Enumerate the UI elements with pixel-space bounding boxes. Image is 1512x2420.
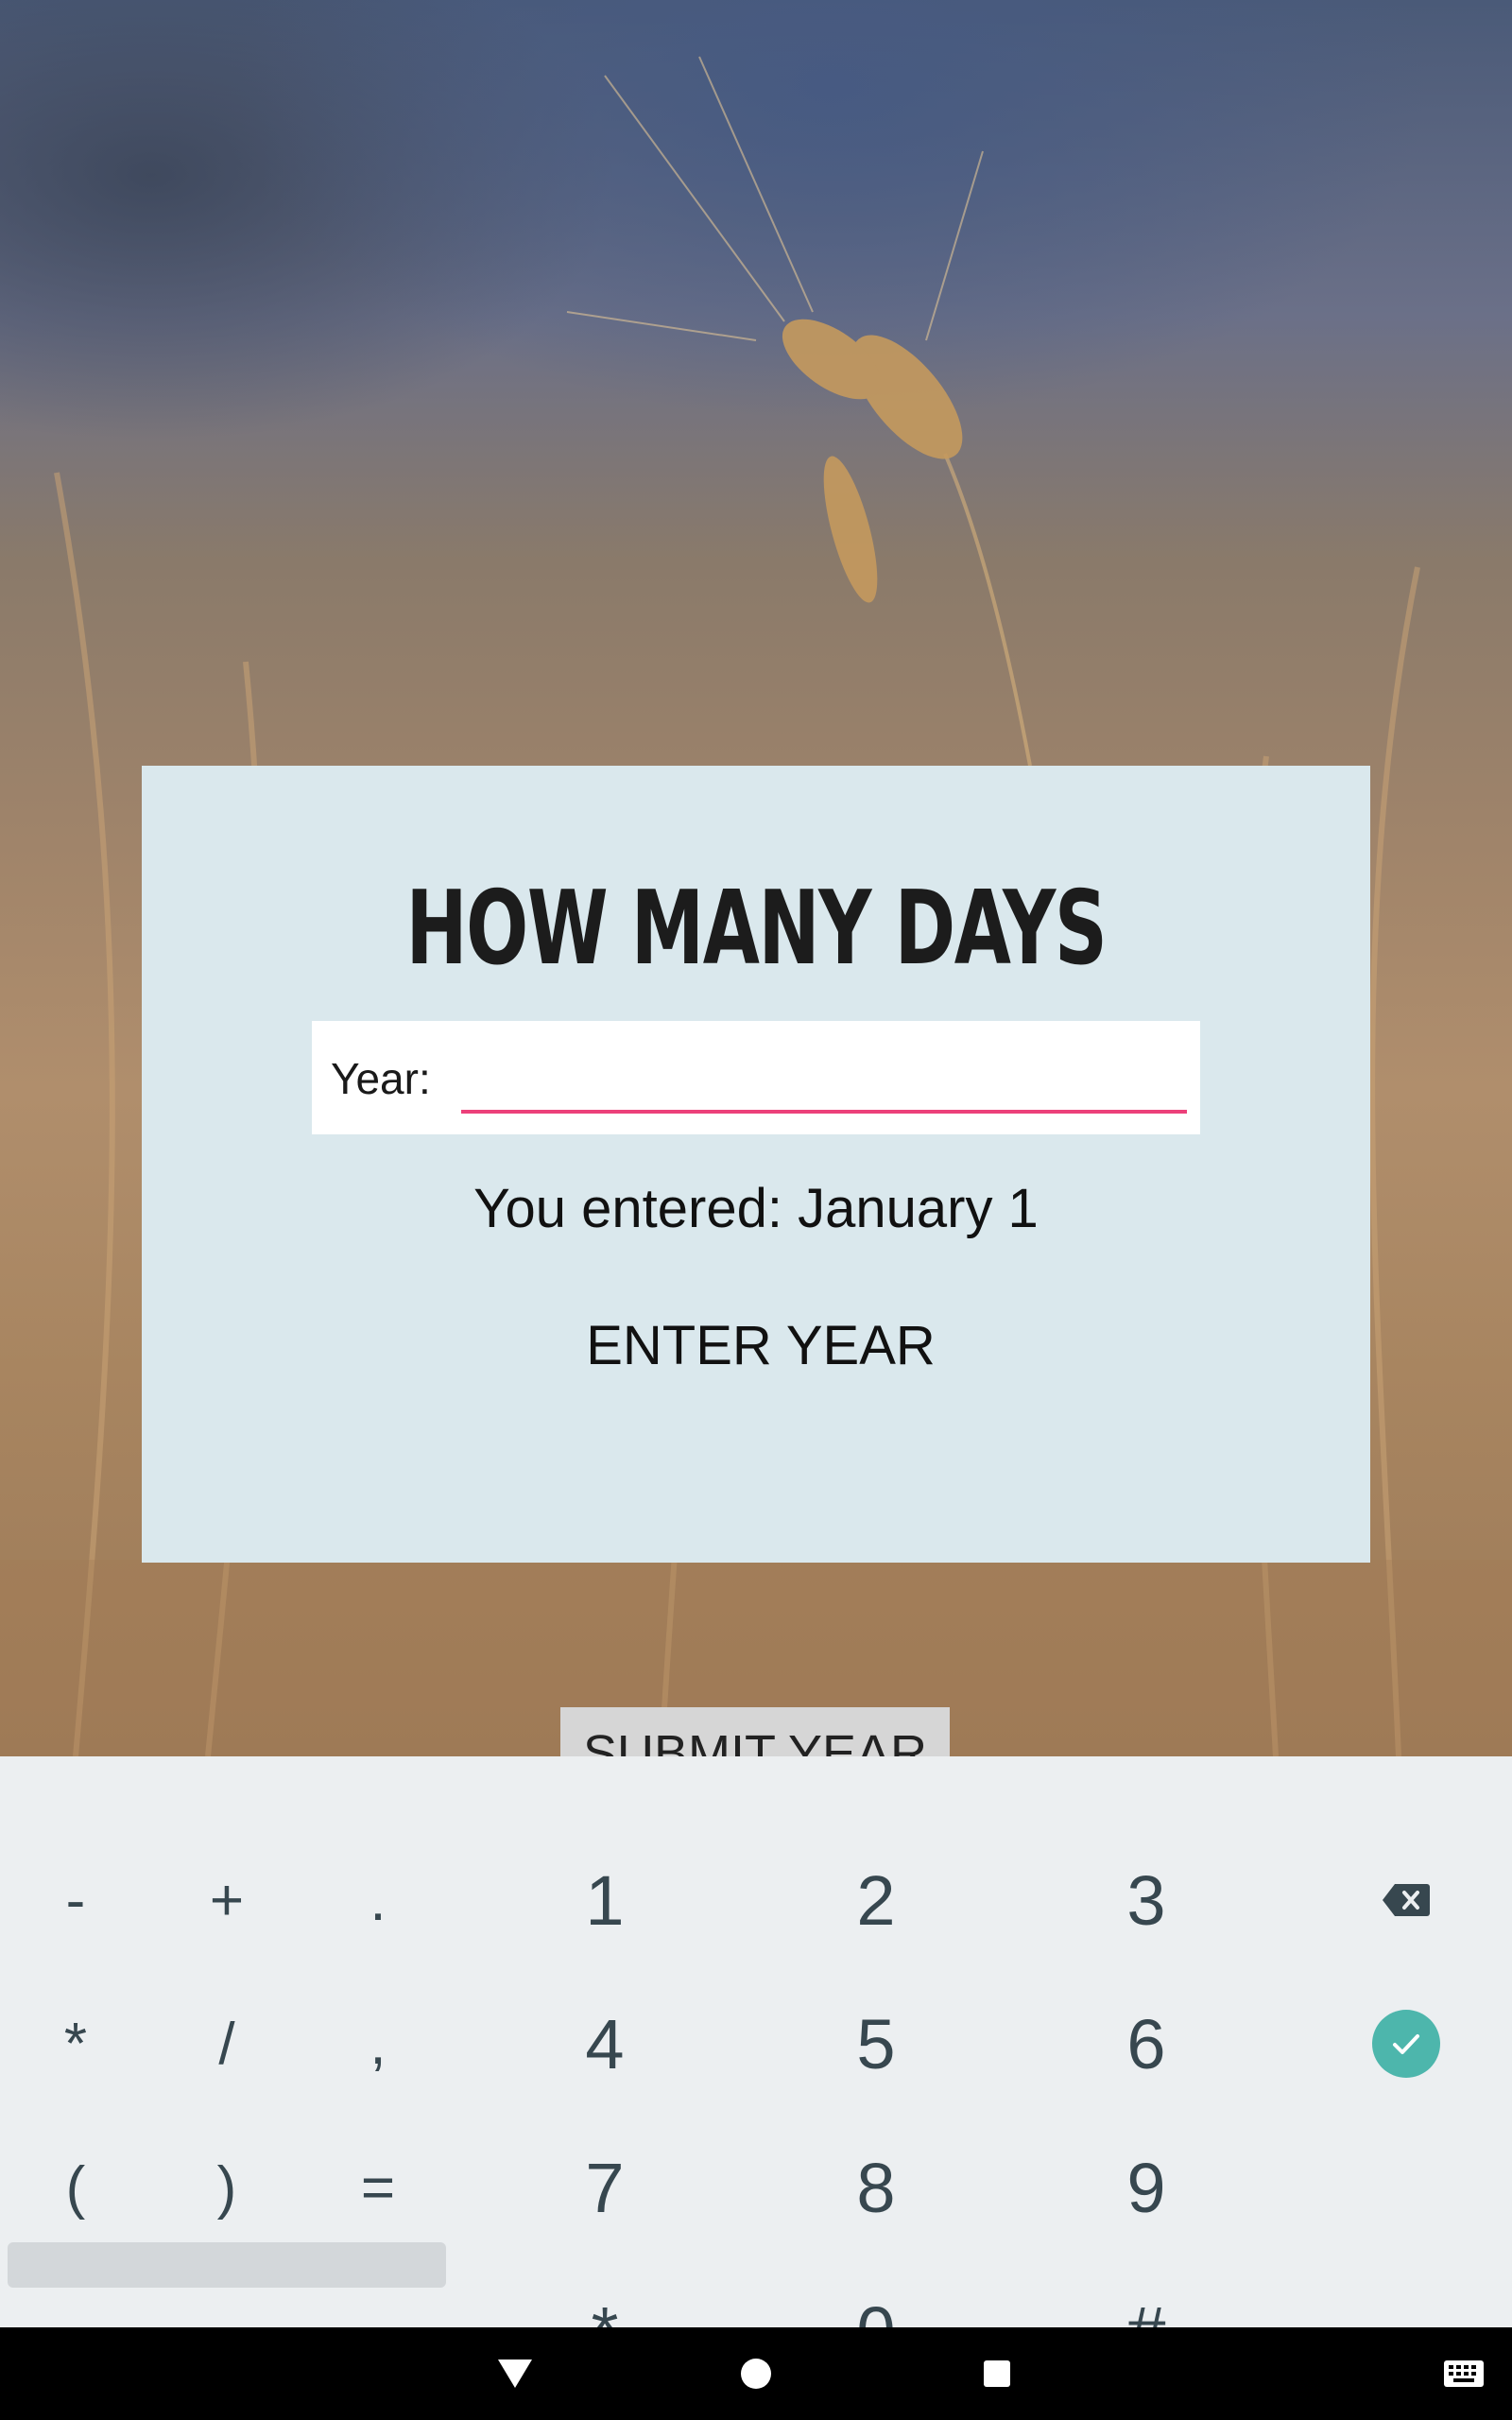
key-5[interactable]: 5 [753,1978,999,2110]
key-7[interactable]: 7 [482,2121,728,2254]
app-title: HOW MANY DAYS [405,870,1108,988]
key-4[interactable]: 4 [482,1978,728,2110]
key-1[interactable]: 1 [482,1834,728,1966]
navigation-bar [0,2327,1512,2420]
keyboard-switch-icon[interactable] [1440,2350,1487,2397]
enter-year-button[interactable]: ENTER YEAR [142,1314,1370,1377]
key-2[interactable]: 2 [753,1834,999,1966]
space-bar[interactable] [8,2242,446,2288]
key-close-paren[interactable]: ) [161,2121,293,2254]
key-open-paren[interactable]: ( [9,2121,142,2254]
recents-icon[interactable] [973,2350,1021,2397]
done-key[interactable] [1340,1978,1472,2110]
home-icon[interactable] [732,2350,780,2397]
year-label: Year: [331,1054,431,1103]
entered-date-text: You entered: January 1 [473,1178,1039,1239]
key-3[interactable]: 3 [1023,1834,1269,1966]
key-9[interactable]: 9 [1023,2121,1269,2254]
key-equals[interactable]: = [312,2121,444,2254]
backspace-key[interactable] [1340,1834,1472,1966]
key-6[interactable]: 6 [1023,1978,1269,2110]
back-icon[interactable] [491,2350,539,2397]
backspace-icon [1383,1884,1430,1916]
main-card: HOW MANY DAYS Year: You entered: January… [142,766,1370,1563]
key-period[interactable]: . [312,1834,444,1966]
submit-year-button[interactable]: SUBMIT YEAR [560,1707,950,1756]
key-comma[interactable]: , [312,1978,444,2110]
key-slash[interactable]: / [161,1978,293,2110]
numeric-keyboard: - + . * / , ( ) = 1 2 3 4 5 6 7 8 9 * 0 … [0,1756,1512,2371]
year-input[interactable] [461,1040,1187,1114]
key-asterisk-sym[interactable]: * [9,1978,142,2110]
key-8[interactable]: 8 [753,2121,999,2254]
key-minus[interactable]: - [9,1834,142,1966]
check-icon [1372,2010,1440,2078]
key-plus[interactable]: + [161,1834,293,1966]
submit-year-label: SUBMIT YEAR [582,1725,928,1756]
year-row: Year: [312,1021,1200,1134]
